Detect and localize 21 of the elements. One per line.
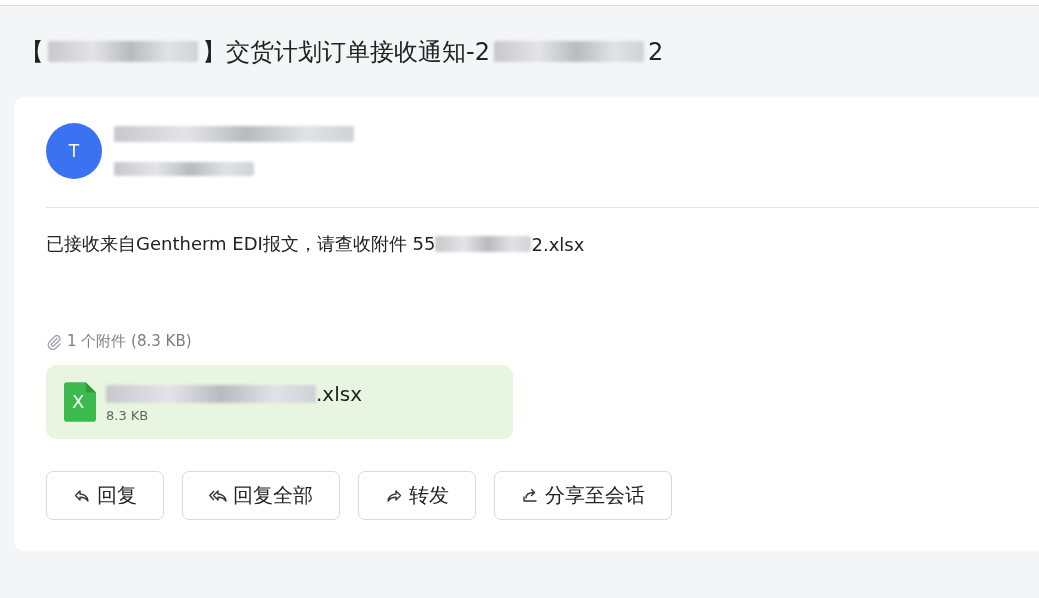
file-size: 8.3 KB	[106, 407, 150, 423]
reply-arrow-icon	[73, 487, 91, 504]
double-reply-arrow-icon	[209, 487, 227, 504]
subject-text: 】交货计划订单接收通知-2	[202, 36, 490, 68]
action-button[interactable]: 转发	[358, 471, 476, 520]
file-type-letter: X	[72, 391, 85, 413]
avatar: T	[46, 123, 102, 179]
body-text: 2.xlsx	[531, 233, 585, 255]
attachment-card[interactable]: X .xlsx 8.3 KB	[46, 365, 513, 439]
action-button[interactable]: 回复	[46, 471, 164, 520]
action-button[interactable]: 回复全部	[182, 471, 340, 520]
forward-arrow-icon	[385, 487, 403, 504]
body-text: 已接收来自Gentherm EDI报文，请查收附件 55	[46, 232, 436, 256]
paperclip-icon	[46, 333, 62, 350]
attachment-count: 1 个附件 (8.3 KB)	[67, 332, 192, 351]
file-name: .xlsx	[316, 381, 362, 406]
subject-text: 2	[647, 37, 664, 66]
spreadsheet-file-icon	[64, 382, 96, 422]
share-icon	[521, 487, 539, 504]
action-button[interactable]: 分享至会话	[494, 471, 672, 520]
subject-text: 【	[20, 36, 44, 68]
